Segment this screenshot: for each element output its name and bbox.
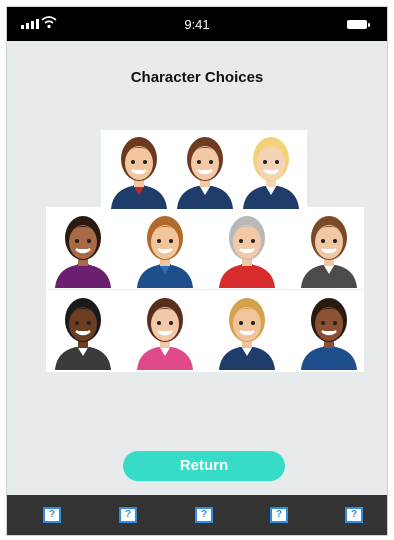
tab-help-icon-5[interactable]: ?	[345, 507, 363, 523]
man-glasses-avatar[interactable]	[133, 210, 197, 288]
woman-bun-avatar[interactable]	[297, 292, 361, 370]
woman-brown-hair-avatar[interactable]	[173, 131, 237, 209]
tab-help-icon-2[interactable]: ?	[119, 507, 137, 523]
battery-icon	[347, 20, 370, 29]
woman-blonde-avatar[interactable]	[239, 131, 303, 209]
tab-help-icon-4[interactable]: ?	[270, 507, 288, 523]
tab-bar: ? ? ? ? ?	[7, 495, 387, 535]
phone-screen: 9:41 Character Choices Return ? ? ? ? ?	[6, 6, 388, 536]
tab-help-icon-3[interactable]: ?	[195, 507, 213, 523]
man-red-tie-avatar[interactable]	[107, 131, 171, 209]
woman-pink-headband-avatar[interactable]	[133, 292, 197, 370]
man-dark-skin-avatar[interactable]	[51, 292, 115, 370]
woman-gray-hair-avatar[interactable]	[215, 210, 279, 288]
tab-help-icon-1[interactable]: ?	[43, 507, 61, 523]
status-bar: 9:41	[7, 7, 387, 41]
return-button[interactable]: Return	[123, 451, 285, 481]
page-title: Character Choices	[130, 69, 264, 86]
man-blonde-avatar[interactable]	[215, 292, 279, 370]
woman-dark-hair-avatar[interactable]	[51, 210, 115, 288]
status-time: 9:41	[184, 16, 210, 32]
man-brown-hair-avatar[interactable]	[297, 210, 361, 288]
